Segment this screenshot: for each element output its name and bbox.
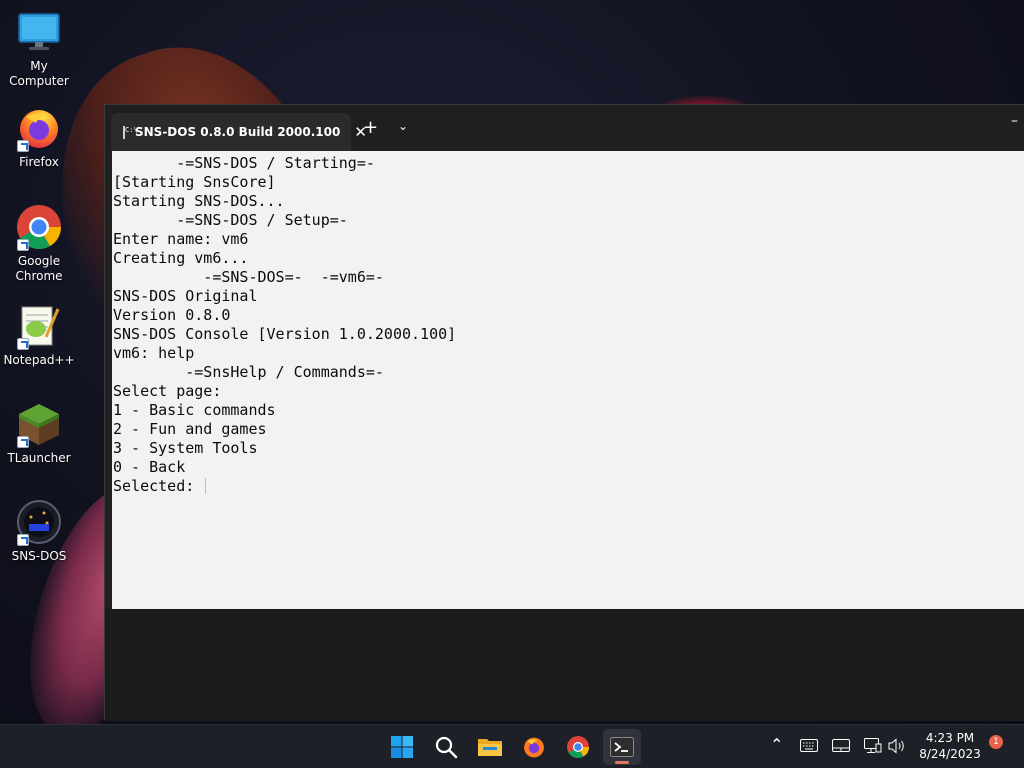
window-titlebar[interactable]: SNS-DOS 0.8.0 Build 2000.100 ✕ + ⌄ –	[105, 105, 1024, 151]
console-output[interactable]: -=SNS-DOS / Starting=- [Starting SnsCore]…	[112, 151, 1024, 609]
search-icon	[435, 736, 458, 759]
console-line: Starting SNS-DOS...	[113, 192, 285, 210]
tab-title: SNS-DOS 0.8.0 Build 2000.100	[135, 125, 341, 139]
start-icon	[391, 736, 413, 758]
console-line: 3 - System Tools	[113, 439, 258, 457]
grass-block-icon	[15, 400, 63, 448]
taskbar-clock[interactable]: 4:23 PM 8/24/2023	[912, 730, 988, 762]
console-line: Select page:	[113, 382, 222, 400]
shortcut-arrow-icon	[17, 140, 29, 152]
console-line: Selected:	[113, 477, 1024, 496]
console-line: 1 - Basic commands	[113, 401, 276, 419]
console-line: -=SnsHelp / Commands=-	[113, 363, 384, 381]
notepad-plus-plus-icon	[15, 302, 63, 350]
running-indicator	[615, 761, 629, 764]
desktop-icon-notepad-plus-plus[interactable]: Notepad++	[0, 302, 78, 368]
file-explorer-icon	[478, 739, 502, 756]
shortcut-arrow-icon	[17, 239, 29, 251]
taskbar: ⌃ 4:23 PM 8/24/2023	[0, 724, 1024, 768]
console-line: Enter name: vm6	[113, 230, 249, 248]
desktop-icon-my-computer[interactable]: My Computer	[0, 8, 78, 89]
clock-date: 8/24/2023	[919, 747, 981, 761]
console-line: SNS-DOS Original	[113, 287, 258, 305]
console-line: -=SNS-DOS=- -=vm6=-	[113, 268, 384, 286]
search-button[interactable]	[427, 729, 465, 765]
console-icon	[123, 125, 138, 139]
touchpad-icon[interactable]	[832, 739, 850, 753]
terminal-tab[interactable]: SNS-DOS 0.8.0 Build 2000.100 ✕	[111, 113, 367, 151]
console-line: 0 - Back	[113, 458, 186, 476]
desktop-icon-tlauncher[interactable]: TLauncher	[0, 400, 78, 466]
taskbar-terminal-button[interactable]	[603, 729, 641, 765]
notification-badge[interactable]: 1	[989, 735, 1003, 749]
desktop-icon-firefox[interactable]: Firefox	[0, 104, 78, 170]
show-hidden-icons-chevron-up-icon[interactable]: ⌃	[770, 735, 783, 754]
network-icon[interactable]	[864, 738, 882, 754]
taskbar-firefox-button[interactable]	[515, 729, 553, 765]
desktop-icon-sns-dos[interactable]: SNS-DOS	[0, 498, 78, 564]
new-tab-button[interactable]: +	[363, 117, 378, 138]
clock-time: 4:23 PM	[925, 731, 975, 745]
console-empty-area	[105, 609, 1024, 721]
chevron-down-icon[interactable]: ⌄	[398, 119, 408, 133]
firefox-icon	[524, 737, 544, 758]
text-cursor	[205, 478, 207, 494]
console-line: vm6: help	[113, 344, 195, 362]
volume-icon[interactable]	[888, 738, 906, 754]
file-explorer-button[interactable]	[471, 729, 509, 765]
console-line: -=SNS-DOS / Setup=-	[113, 211, 348, 229]
console-line: Version 0.8.0	[113, 306, 231, 324]
firefox-icon	[15, 104, 63, 152]
sns-dos-icon	[15, 498, 63, 546]
shortcut-arrow-icon	[17, 436, 29, 448]
chrome-icon	[15, 203, 63, 251]
terminal-icon	[610, 737, 634, 757]
desktop-icon-google-chrome[interactable]: Google Chrome	[0, 203, 78, 284]
monitor-icon	[15, 8, 63, 56]
console-line: Creating vm6...	[113, 249, 249, 267]
minimize-button[interactable]: –	[1011, 113, 1018, 129]
terminal-window[interactable]: SNS-DOS 0.8.0 Build 2000.100 ✕ + ⌄ – -=S…	[104, 104, 1024, 721]
shortcut-arrow-icon	[17, 338, 29, 350]
shortcut-arrow-icon	[17, 534, 29, 546]
console-line: -=SNS-DOS / Starting=-	[113, 154, 375, 172]
start-button[interactable]	[383, 729, 421, 765]
taskbar-chrome-button[interactable]	[559, 729, 597, 765]
console-line: SNS-DOS Console [Version 1.0.2000.100]	[113, 325, 457, 343]
console-line: 2 - Fun and games	[113, 420, 267, 438]
chrome-icon	[567, 736, 589, 758]
console-line: [Starting SnsCore]	[113, 173, 276, 191]
keyboard-icon[interactable]	[800, 739, 818, 753]
